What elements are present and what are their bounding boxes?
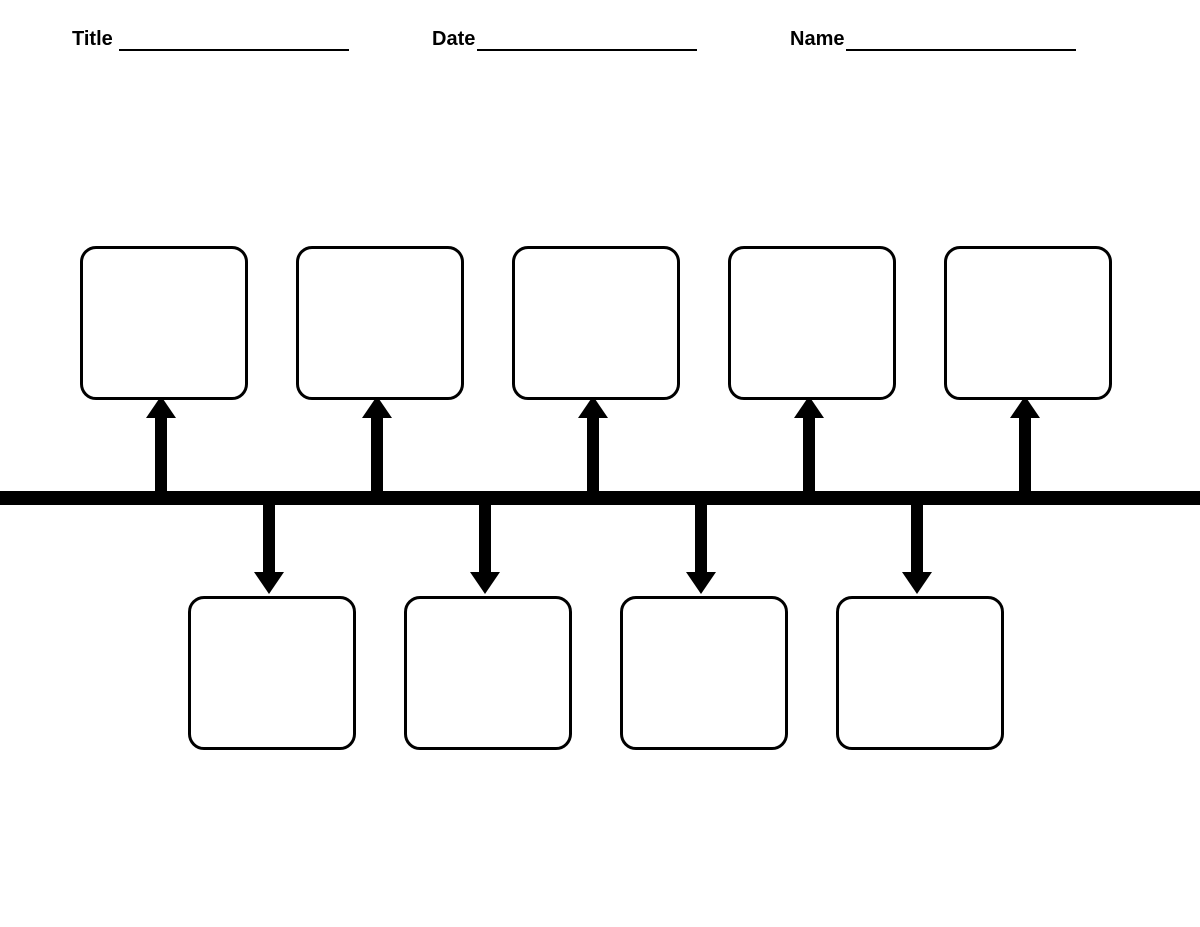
timeline-svg [0,0,1200,927]
arrow-down-shaft [263,498,275,574]
arrow-up-shaft [803,416,815,498]
timeline-bottom-box-4[interactable] [836,596,1004,750]
timeline-top-box-2[interactable] [296,246,464,400]
timeline-top-box-4[interactable] [728,246,896,400]
timeline-worksheet: Title Date Name [0,0,1200,927]
arrow-down-head-icon [686,572,716,594]
arrow-down-head-icon [254,572,284,594]
arrow-down-head-icon [902,572,932,594]
arrow-down-shaft [911,498,923,574]
timeline-bottom-box-2[interactable] [404,596,572,750]
arrow-down-head-icon [470,572,500,594]
arrow-up-shaft [371,416,383,498]
timeline-top-box-3[interactable] [512,246,680,400]
arrow-down-shaft [479,498,491,574]
timeline-bottom-box-1[interactable] [188,596,356,750]
arrow-down-shaft [695,498,707,574]
arrow-up-shaft [155,416,167,498]
timeline-top-box-5[interactable] [944,246,1112,400]
timeline-top-box-1[interactable] [80,246,248,400]
timeline-bottom-box-3[interactable] [620,596,788,750]
arrow-up-shaft [587,416,599,498]
arrow-up-shaft [1019,416,1031,498]
